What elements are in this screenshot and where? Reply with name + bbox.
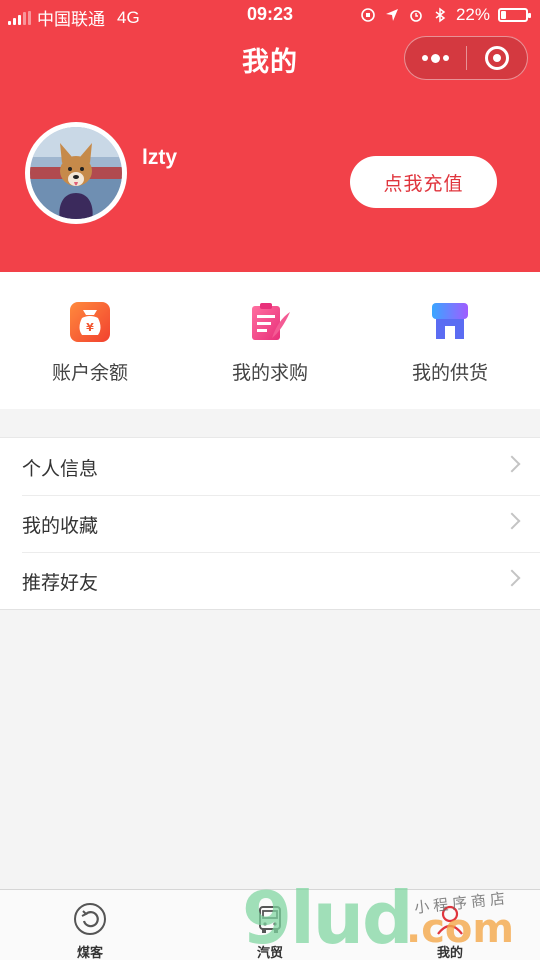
chevron-right-icon [503,569,521,587]
avatar-image [30,127,122,219]
purchase-note-icon [252,303,290,340]
quick-my-supply[interactable]: 我的供货 [360,272,540,409]
list-item-personal-info[interactable]: 个人信息 [0,438,540,495]
quick-label: 我的供货 [411,362,488,384]
corgi-photo-image [30,127,122,219]
profile-header: 中国联通 4G 09:23 22% 我的 lzty 点我充值 [0,0,540,272]
shop-icon [432,303,468,339]
settings-list: 个人信息 我的收藏 推荐好友 [0,437,540,610]
status-right: 22% [360,5,531,25]
chevron-right-icon [503,512,521,530]
battery-percent: 22% [455,5,490,24]
username: lzty [142,146,178,169]
person-icon [437,905,463,935]
tab-label: 煤客 [76,946,103,960]
status-bar: 中国联通 4G 09:23 22% [0,0,540,30]
svg-text:¥: ¥ [86,321,94,334]
money-bag-icon: ¥ [70,302,110,342]
alarm-icon [410,10,422,22]
list-item-label: 我的收藏 [22,515,99,537]
list-item-my-favorites[interactable]: 我的收藏 [0,495,540,552]
more-button[interactable] [405,36,466,80]
tab-meike[interactable]: 煤客 [0,890,180,960]
list-item-recommend-friends[interactable]: 推荐好友 [0,552,540,609]
tab-label: 汽贸 [256,946,283,960]
close-mini-program-button[interactable] [466,36,527,80]
orientation-lock-icon [361,8,375,22]
tab-bar: 煤客 汽贸 我的 [0,889,540,960]
recharge-button[interactable]: 点我充值 [350,156,497,208]
tab-qimao[interactable]: 汽贸 [180,890,360,960]
quick-label: 账户余额 [51,362,128,384]
battery-level [501,11,506,19]
mini-program-capsule [404,36,528,80]
list-item-label: 推荐好友 [22,572,99,594]
quick-label: 我的求购 [231,362,308,384]
tab-mine[interactable]: 我的 [360,890,540,960]
avatar[interactable] [25,122,127,224]
location-icon [385,9,398,21]
chevron-right-icon [503,455,521,473]
quick-account-balance[interactable]: ¥ 账户余额 [0,272,180,409]
quick-my-purchase[interactable]: 我的求购 [180,272,360,409]
quick-actions: ¥ 账户余额 我的求购 我的供货 [0,272,540,409]
battery-icon [498,8,531,22]
target-icon [484,46,509,70]
refresh-circle-icon [74,903,106,935]
list-item-label: 个人信息 [22,458,99,480]
tab-label: 我的 [436,946,463,960]
truck-icon [259,906,281,933]
more-dots-icon [421,53,449,63]
bluetooth-icon [435,7,446,23]
